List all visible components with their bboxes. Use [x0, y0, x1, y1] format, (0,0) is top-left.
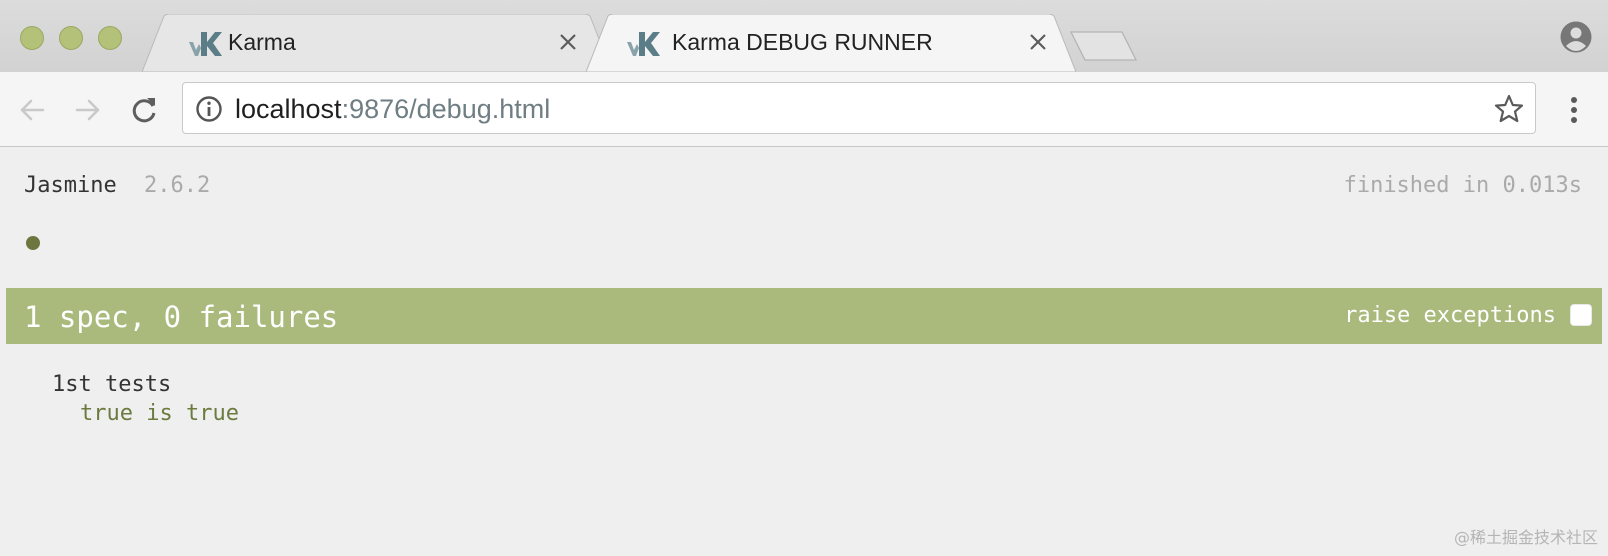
url-text: localhost:9876/debug.html — [235, 94, 550, 125]
tab-karma[interactable]: Karma — [142, 14, 612, 72]
profile-icon[interactable] — [1559, 20, 1593, 54]
info-icon[interactable] — [195, 95, 223, 123]
tab-title: Karma DEBUG RUNNER — [672, 29, 933, 55]
close-icon[interactable] — [1026, 30, 1050, 54]
summary-bar: 1 spec, 0 failures raise exceptions — [6, 288, 1602, 344]
tab-strip: Karma Karma DEBUG RUNNER — [0, 0, 1608, 73]
raise-exceptions-checkbox[interactable] — [1570, 304, 1592, 326]
tab-title: Karma — [228, 29, 296, 55]
minimize-window-button[interactable] — [59, 26, 83, 50]
zoom-window-button[interactable] — [98, 26, 122, 50]
spec-name[interactable]: true is true — [80, 401, 239, 426]
karma-logo-icon — [627, 32, 660, 56]
close-window-button[interactable] — [20, 26, 44, 50]
close-icon[interactable] — [556, 30, 580, 54]
karma-logo-icon — [189, 32, 222, 56]
url-host: localhost — [235, 94, 342, 124]
run-duration: finished in 0.013s — [1343, 173, 1582, 198]
watermark: @稀土掘金技术社区 — [1453, 528, 1598, 547]
spec-passed-dot[interactable] — [26, 236, 40, 250]
address-bar[interactable]: localhost:9876/debug.html — [182, 82, 1536, 134]
reload-icon[interactable] — [128, 94, 160, 126]
forward-arrow-icon[interactable] — [72, 94, 104, 126]
jasmine-title: Jasmine — [24, 173, 117, 198]
jasmine-version: 2.6.2 — [144, 173, 211, 198]
jasmine-reporter: Jasmine 2.6.2 finished in 0.013s 1 spec,… — [0, 147, 1608, 556]
summary-text[interactable]: 1 spec, 0 failures — [24, 300, 338, 334]
menu-dots-icon[interactable] — [1562, 94, 1586, 126]
suite-name[interactable]: 1st tests — [52, 372, 171, 397]
browser-toolbar: localhost:9876/debug.html — [0, 72, 1608, 147]
raise-exceptions-label[interactable]: raise exceptions — [1344, 303, 1556, 328]
back-arrow-icon[interactable] — [16, 94, 48, 126]
new-tab-button[interactable] — [1070, 30, 1138, 62]
url-path: :9876/debug.html — [341, 94, 551, 124]
bookmark-star-icon[interactable] — [1493, 93, 1525, 125]
tab-karma-debug-runner[interactable]: Karma DEBUG RUNNER — [586, 14, 1076, 72]
